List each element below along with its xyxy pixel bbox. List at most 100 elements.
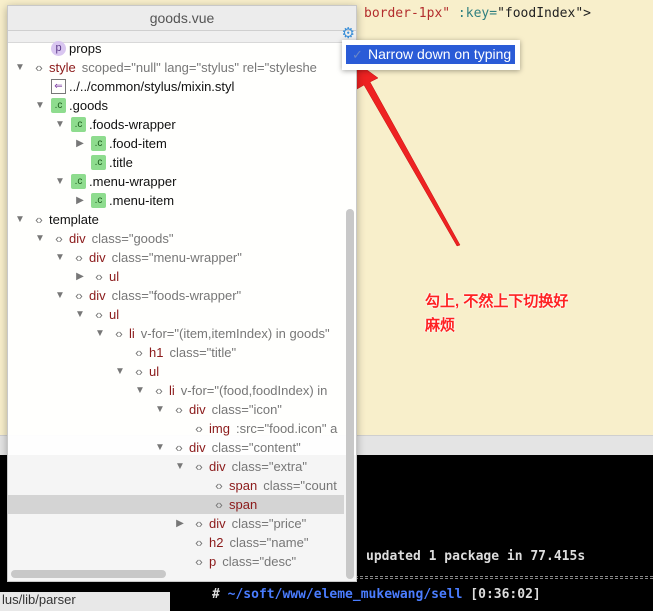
tree-row[interactable]: ▼ ‹› li v-for="(item,itemIndex) in goods" — [8, 324, 344, 343]
css-class-icon: .c — [91, 155, 106, 170]
tree-row[interactable]: ⇐ ../../common/stylus/mixin.styl — [8, 77, 344, 96]
expand-arrow-icon[interactable]: ▼ — [94, 324, 106, 343]
tree-row[interactable]: ▼ ‹› div class="extra" — [8, 457, 344, 476]
tree-row-label: img:src="food.icon" a — [209, 419, 337, 438]
element-name: h2 — [209, 535, 224, 550]
tree-row[interactable]: p props — [8, 39, 344, 58]
tree-row-label: ul — [109, 305, 119, 324]
tree-row[interactable]: ▼ ‹› div class="foods-wrapper" — [8, 286, 344, 305]
annotation-text: 勾上, 不然上下切换好 麻烦 — [425, 290, 568, 338]
narrow-down-on-typing-option[interactable]: ✓ Narrow down on typing — [346, 45, 515, 64]
element-name: .foods-wrapper — [89, 117, 176, 132]
collapse-arrow-icon[interactable]: ▶ — [74, 191, 86, 210]
tree-row-label: div class="foods-wrapper" — [89, 286, 241, 305]
expand-arrow-icon[interactable]: ▼ — [114, 362, 126, 381]
expand-arrow-icon[interactable]: ▼ — [14, 58, 26, 77]
collapse-arrow-icon[interactable]: ▶ — [74, 267, 86, 286]
tree-row[interactable]: ▶ .c .food-item — [8, 134, 344, 153]
tree-row-label: .menu-item — [109, 191, 174, 210]
element-attributes: class="desc" — [222, 554, 297, 569]
tag-icon: ‹› — [195, 535, 203, 550]
element-name: li — [169, 383, 175, 398]
import-icon: ⇐ — [51, 79, 66, 94]
element-attributes: class="goods" — [91, 231, 174, 246]
tree-row[interactable]: ▼ .c .goods — [8, 96, 344, 115]
expand-arrow-icon[interactable]: ▼ — [54, 115, 66, 134]
settings-menu: ✓ Narrow down on typing — [342, 40, 520, 70]
expand-arrow-icon[interactable]: ▼ — [34, 96, 46, 115]
expand-arrow-icon[interactable]: ▼ — [154, 438, 166, 457]
tree-row[interactable]: ▶ ‹› div class="price" — [8, 514, 344, 533]
element-attributes: v-for="(food,foodIndex) in — [180, 383, 328, 398]
horizontal-scrollbar[interactable] — [11, 570, 166, 578]
element-name: .food-item — [109, 136, 167, 151]
tree-row[interactable]: ‹› h1 class="title" — [8, 343, 344, 362]
element-attributes: scoped="null" lang="stylus" rel="stylesh… — [81, 60, 317, 75]
structure-tree[interactable]: p props ▼ ‹› style scoped="null" lang="stylus… — [8, 39, 344, 574]
tree-row[interactable]: .c .title — [8, 153, 344, 172]
collapse-arrow-icon[interactable]: ▶ — [74, 134, 86, 153]
expand-arrow-icon[interactable]: ▼ — [54, 286, 66, 305]
element-name: span — [229, 478, 258, 493]
tree-row[interactable]: ‹› img:src="food.icon" a — [8, 419, 344, 438]
tree-row[interactable]: ▼ ‹› ul — [8, 305, 344, 324]
tree-row[interactable]: ▼ ‹› style scoped="null" lang="stylus" rel=… — [8, 58, 344, 77]
expand-arrow-icon[interactable]: ▼ — [74, 305, 86, 324]
tree-row[interactable]: ▼ ‹› li v-for="(food,foodIndex) in — [8, 381, 344, 400]
annotation-line: 麻烦 — [425, 317, 456, 334]
tree-row-label: li v-for="(food,foodIndex) in — [169, 381, 327, 400]
element-name: p — [209, 554, 217, 569]
tree-row-label: span — [229, 495, 257, 514]
expand-arrow-icon[interactable]: ▼ — [154, 400, 166, 419]
tag-icon: ‹› — [95, 307, 103, 322]
element-attributes: class="count — [263, 478, 337, 493]
element-name: ul — [109, 269, 120, 284]
collapse-arrow-icon[interactable]: ▶ — [174, 514, 186, 533]
tree-row[interactable]: ▼ ‹› div class="icon" — [8, 400, 344, 419]
expand-arrow-icon[interactable]: ▼ — [134, 381, 146, 400]
expand-arrow-icon[interactable]: ▼ — [174, 457, 186, 476]
element-attributes: :src="food.icon" a — [235, 421, 338, 436]
tree-row-label: p class="desc" — [209, 552, 296, 571]
tag-icon: ‹› — [195, 459, 203, 474]
element-attributes: class="content" — [211, 440, 301, 455]
tag-icon: ‹› — [155, 383, 163, 398]
annotation-line: 勾上, 不然上下切换好 — [425, 293, 569, 310]
tag-icon: ‹› — [115, 326, 123, 341]
expand-arrow-icon[interactable]: ▼ — [34, 229, 46, 248]
tag-icon: ‹› — [35, 60, 43, 75]
tree-row-label: div class="menu-wrapper" — [89, 248, 242, 267]
expand-arrow-icon[interactable]: ▼ — [54, 248, 66, 267]
tree-row[interactable]: ▼ ‹› div class="goods" — [8, 229, 344, 248]
element-attributes: class="menu-wrapper" — [111, 250, 242, 265]
element-name: h1 — [149, 345, 164, 360]
tree-row[interactable]: ‹› p class="desc" — [8, 552, 344, 571]
tree-row[interactable]: ▶ ‹› ul — [8, 267, 344, 286]
tree-row[interactable]: ▼ .c .foods-wrapper — [8, 115, 344, 134]
tree-row[interactable]: ‹› span class="count — [8, 476, 344, 495]
element-name: ul — [149, 364, 160, 379]
expand-arrow-icon[interactable]: ▼ — [54, 172, 66, 191]
vertical-scrollbar[interactable] — [346, 209, 354, 579]
tree-row[interactable]: ‹› span — [8, 495, 344, 514]
element-name: div — [89, 250, 106, 265]
tree-row-label: ul — [109, 267, 119, 286]
tree-row[interactable]: ▼ .c .menu-wrapper — [8, 172, 344, 191]
tree-row[interactable]: ▼ ‹› div class="menu-wrapper" — [8, 248, 344, 267]
tree-row[interactable]: ▼ ‹› ul — [8, 362, 344, 381]
file-structure-popup[interactable]: goods.vue ⚙ p props ▼ ‹› style scoped="null" … — [7, 5, 357, 582]
tree-row[interactable]: ▼ ‹› template — [8, 210, 344, 229]
tag-icon: ‹› — [195, 554, 203, 569]
tree-row-label: template — [49, 210, 99, 229]
tree-row-label: div class="icon" — [189, 400, 282, 419]
expand-arrow-icon[interactable]: ▼ — [14, 210, 26, 229]
tree-row[interactable]: ▼ ‹› div class="content" — [8, 438, 344, 457]
element-name: div — [209, 459, 226, 474]
element-attributes: class="foods-wrapper" — [111, 288, 242, 303]
tree-row[interactable]: ‹› h2 class="name" — [8, 533, 344, 552]
tree-row[interactable]: ▶ .c .menu-item — [8, 191, 344, 210]
element-name: span — [229, 497, 258, 512]
arrow-shape — [355, 61, 461, 247]
element-attributes: class="icon" — [211, 402, 282, 417]
tree-row-label: props — [69, 39, 102, 58]
